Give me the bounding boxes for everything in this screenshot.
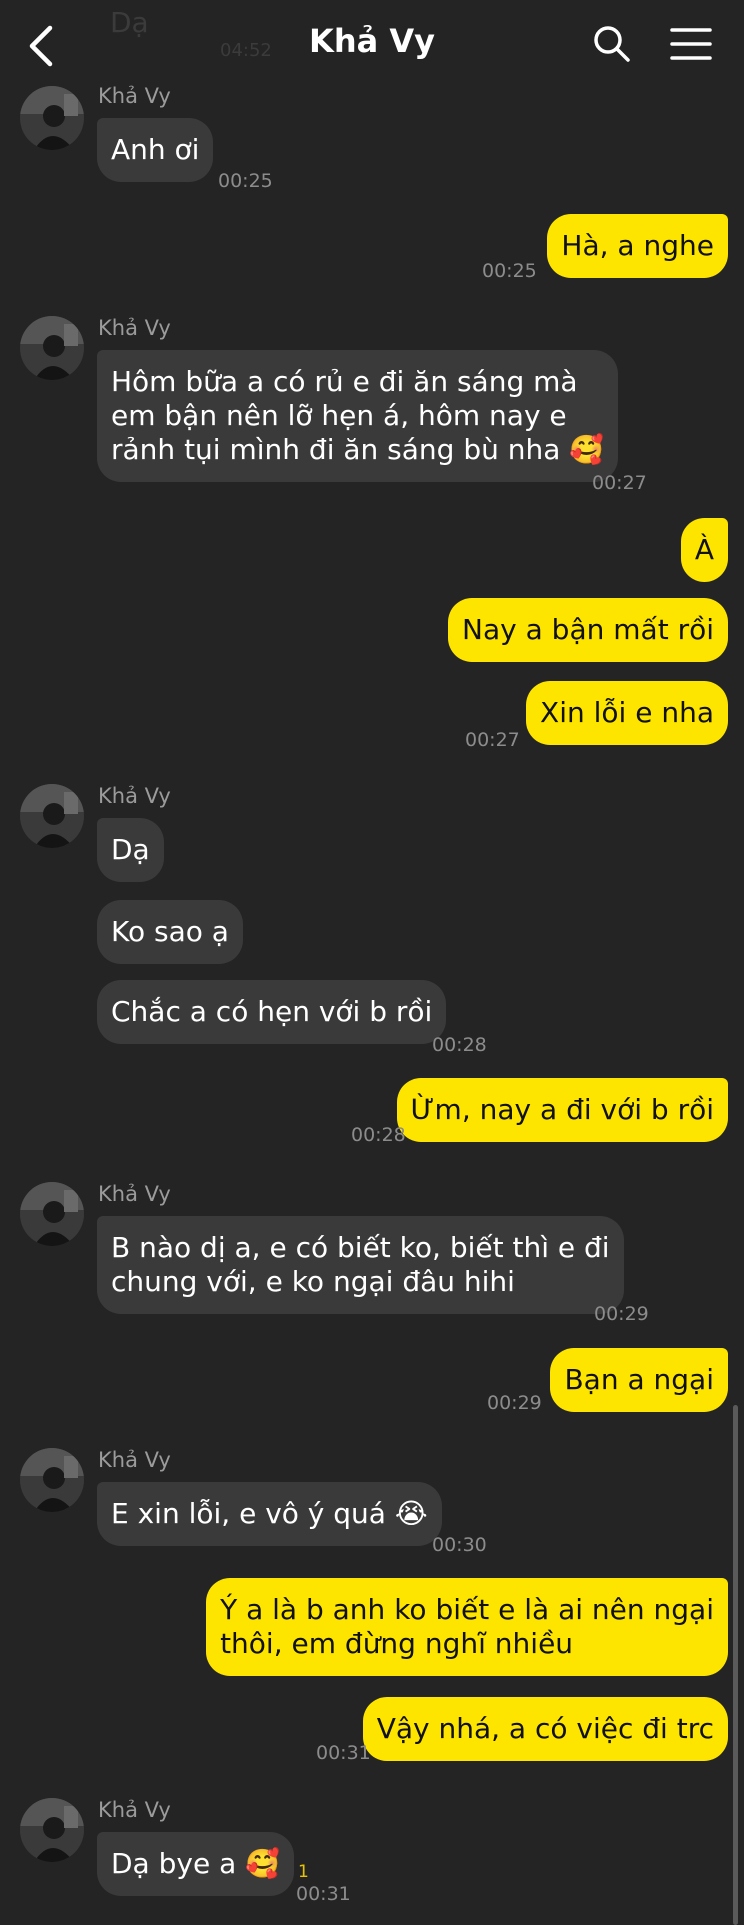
message-text: À (694, 533, 714, 566)
scrollbar[interactable] (733, 1405, 738, 1925)
message-time: 00:25 (218, 170, 273, 192)
message-text: Dạ (111, 833, 150, 866)
message-text: Dạ bye a (111, 1847, 237, 1880)
message-text: Ko sao ạ (111, 915, 229, 948)
message-text-line: em bận nên lỡ hẹn á, hôm nay e (111, 399, 567, 432)
sender-name: Khả Vy (98, 1448, 171, 1472)
message-bubble-outgoing[interactable]: Xin lỗi e nha (526, 681, 728, 745)
message-time: 00:25 (482, 260, 537, 282)
avatar[interactable] (20, 316, 84, 380)
unread-count: 1 (298, 1862, 309, 1882)
message-bubble-incoming[interactable]: Chắc a có hẹn với b rồi (97, 980, 447, 1044)
message-bubble-outgoing[interactable]: Ừm, nay a đi với b rồi (396, 1078, 728, 1142)
search-icon (594, 26, 630, 62)
message-text: Hà, a nghe (561, 229, 714, 262)
message-text: E xin lỗi, e vô ý quá (111, 1497, 386, 1530)
message-time: 00:29 (487, 1392, 542, 1414)
message-bubble-outgoing[interactable]: Bạn a ngại (550, 1348, 728, 1412)
message-bubble-outgoing[interactable]: Hà, a nghe (547, 214, 728, 278)
message-text-line: rảnh tụi mình đi ăn sáng bù nha 🥰 (111, 433, 605, 466)
sender-name: Khả Vy (98, 316, 171, 340)
avatar[interactable] (20, 86, 84, 150)
message-time: 00:31 (296, 1883, 351, 1905)
message-text-line: chung với, e ko ngại đâu hihi (111, 1265, 515, 1298)
chat-header: Dạ 04:52 Khả Vy (0, 0, 744, 90)
message-text: Ừm, nay a đi với b rồi (410, 1093, 714, 1126)
message-text: Anh ơi (111, 133, 200, 166)
chat-title: Khả Vy (309, 22, 435, 60)
message-time: 00:29 (594, 1303, 649, 1325)
message-time: 00:30 (432, 1534, 487, 1556)
message-text-line: thôi, em đừng nghĩ nhiều (220, 1627, 574, 1660)
message-time: 00:27 (592, 472, 647, 494)
message-bubble-incoming[interactable]: Dạ (97, 818, 164, 882)
menu-button[interactable] (670, 26, 712, 62)
avatar[interactable] (20, 1448, 84, 1512)
message-bubble-incoming[interactable]: Dạ bye a 🥰 (97, 1832, 295, 1896)
avatar[interactable] (20, 1798, 84, 1862)
message-bubble-outgoing[interactable]: Ý a là b anh ko biết e là ai nên ngại th… (206, 1578, 728, 1676)
sender-name: Khả Vy (98, 84, 171, 108)
message-bubble-outgoing[interactable]: À (680, 518, 728, 582)
message-text-line: Hôm bữa a có rủ e đi ăn sáng mà (111, 365, 578, 398)
sender-name: Khả Vy (98, 1182, 171, 1206)
avatar[interactable] (20, 1182, 84, 1246)
message-bubble-incoming[interactable]: Ko sao ạ (97, 900, 243, 964)
message-time: 00:31 (316, 1742, 371, 1764)
sender-name: Khả Vy (98, 1798, 171, 1822)
message-text: Nay a bận mất rồi (462, 613, 714, 646)
message-bubble-incoming[interactable]: E xin lỗi, e vô ý quá 😭 (97, 1482, 442, 1546)
avatar[interactable] (20, 784, 84, 848)
message-text-line: Ý a là b anh ko biết e là ai nên ngại (220, 1593, 714, 1626)
smiling-face-with-hearts-emoji: 🥰 (569, 433, 605, 466)
message-text: Vậy nhá, a có việc đi trc (376, 1712, 714, 1745)
message-bubble-incoming[interactable]: Hôm bữa a có rủ e đi ăn sáng mà em bận n… (97, 350, 619, 482)
message-text: Xin lỗi e nha (540, 696, 714, 729)
message-text: Bạn a ngại (564, 1363, 714, 1396)
message-text: Chắc a có hẹn với b rồi (111, 995, 433, 1028)
message-bubble-outgoing[interactable]: Nay a bận mất rồi (448, 598, 728, 662)
loudly-crying-face-emoji: 😭 (394, 1497, 428, 1530)
menu-icon (670, 28, 712, 60)
message-bubble-outgoing[interactable]: Vậy nhá, a có việc đi trc (362, 1697, 728, 1761)
sender-name: Khả Vy (98, 784, 171, 808)
message-bubble-incoming[interactable]: B nào dị a, e có biết ko, biết thì e đi … (97, 1216, 624, 1314)
message-time: 00:28 (432, 1034, 487, 1056)
search-button[interactable] (592, 24, 632, 64)
message-text-line: B nào dị a, e có biết ko, biết thì e đi (111, 1231, 610, 1264)
message-time: 00:27 (465, 729, 520, 751)
smiling-face-with-hearts-emoji: 🥰 (245, 1847, 281, 1880)
message-time: 00:28 (351, 1124, 406, 1146)
message-bubble-incoming[interactable]: Anh ơi (97, 118, 214, 182)
